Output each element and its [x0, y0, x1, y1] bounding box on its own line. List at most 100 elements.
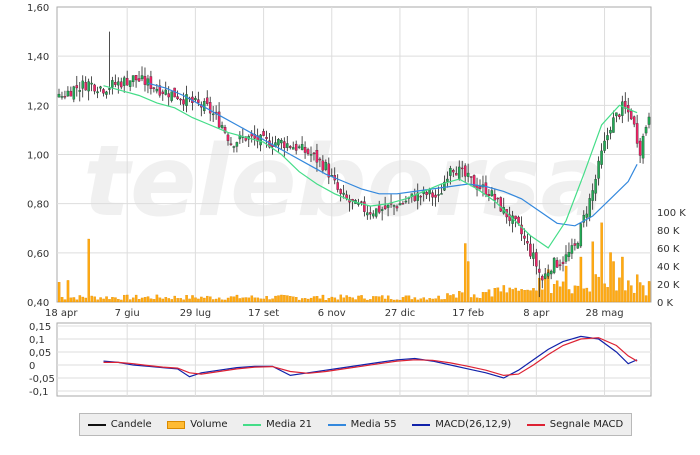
- volume-bar: [638, 282, 642, 303]
- volume-bar: [336, 299, 340, 303]
- volume-bar: [105, 296, 108, 303]
- price-tick-label: 1,60: [27, 3, 49, 14]
- price-tick-label: 1,20: [27, 101, 49, 112]
- candle-body: [152, 87, 156, 89]
- volume-bar: [505, 292, 509, 303]
- candle-body: [324, 162, 328, 170]
- legend-item: Candele: [87, 419, 152, 430]
- volume-tick-label: 20 K: [657, 280, 680, 291]
- volume-bar: [499, 291, 503, 303]
- candle-body: [463, 165, 467, 177]
- volume-bar: [280, 294, 283, 303]
- volume-bar: [120, 299, 123, 303]
- volume-bar: [529, 290, 532, 303]
- candle-body: [182, 99, 185, 105]
- volume-bar: [588, 291, 592, 303]
- candle-body: [460, 167, 464, 170]
- candle-body: [496, 197, 500, 200]
- volume-bar: [268, 299, 271, 303]
- candle-body: [312, 152, 316, 155]
- volume-bar: [176, 298, 179, 303]
- volume-bar: [481, 292, 485, 303]
- volume-bar: [131, 297, 135, 303]
- candle-body: [600, 150, 603, 165]
- volume-bar: [582, 288, 586, 303]
- volume-bar: [149, 298, 153, 303]
- volume-bar: [567, 289, 571, 303]
- volume-bar: [300, 298, 304, 303]
- volume-bar: [102, 298, 105, 303]
- volume-bar: [579, 256, 583, 303]
- volume-bar: [286, 295, 289, 303]
- volume-bar: [487, 289, 491, 303]
- volume-bar: [342, 297, 345, 303]
- volume-bar: [158, 297, 162, 303]
- price-tick-label: 1,00: [27, 151, 49, 162]
- legend-label: MACD(26,12,9): [435, 419, 512, 430]
- candle-body: [289, 146, 292, 148]
- volume-bar: [238, 298, 242, 303]
- volume-bar: [597, 276, 600, 303]
- candle-body: [487, 194, 491, 196]
- candle-body: [588, 198, 591, 218]
- candle-body: [535, 252, 538, 267]
- candle-body: [229, 143, 233, 145]
- volume-bar: [164, 297, 168, 303]
- candle-body: [63, 96, 67, 98]
- volume-bar: [152, 299, 156, 303]
- candle-body: [517, 216, 520, 224]
- volume-bar: [475, 297, 479, 303]
- candle-body: [523, 235, 526, 239]
- candle-body: [576, 243, 580, 249]
- x-tick-label: 6 nov: [318, 308, 346, 319]
- macd-tick-label: 0,05: [29, 348, 51, 359]
- volume-bar: [306, 298, 310, 303]
- candle-body: [99, 86, 102, 89]
- candle-body: [413, 195, 417, 201]
- candle-body: [297, 146, 301, 148]
- volume-bar: [283, 295, 286, 303]
- candle-body: [315, 149, 319, 163]
- chart-canvas: teleborsa 0,400,600,801,001,201,401,600 …: [27, 3, 686, 398]
- volume-bar: [81, 296, 85, 303]
- volume-bar: [78, 295, 82, 303]
- x-tick-label: 7 giu: [115, 308, 140, 319]
- volume-bar: [392, 299, 396, 303]
- legend-swatch: [526, 423, 545, 426]
- legend-label: Volume: [190, 419, 228, 430]
- volume-bar: [321, 294, 325, 303]
- candle-body: [303, 146, 307, 153]
- volume-bar: [312, 296, 316, 303]
- x-tick-label: 27 dic: [385, 308, 416, 319]
- volume-bar: [292, 296, 295, 303]
- candle-body: [478, 186, 482, 189]
- volume-bar: [517, 290, 520, 303]
- candle-body: [594, 179, 597, 194]
- candle-body: [493, 193, 497, 201]
- candle-body: [561, 261, 565, 265]
- candle-body: [318, 158, 322, 161]
- candle-body: [220, 125, 224, 128]
- volume-bar: [641, 285, 645, 303]
- volume-bar: [271, 298, 274, 303]
- candle-body: [641, 135, 645, 159]
- candle-body: [490, 190, 494, 197]
- volume-bar: [200, 296, 203, 303]
- volume-bar: [167, 298, 171, 303]
- candle-body: [179, 98, 182, 101]
- volume-bar: [318, 298, 322, 303]
- volume-bar: [493, 288, 497, 303]
- volume-bar: [573, 285, 577, 303]
- volume-bar: [612, 261, 615, 303]
- candle-body: [176, 96, 179, 100]
- candle-body: [300, 144, 304, 150]
- candle-body: [452, 170, 455, 173]
- volume-bar: [203, 297, 206, 303]
- volume-bar: [170, 299, 174, 303]
- volume-bar: [585, 287, 589, 303]
- candle-body: [377, 205, 381, 213]
- candle-body: [84, 82, 87, 91]
- candle-body: [644, 127, 648, 134]
- volume-bar: [188, 298, 191, 303]
- candle-body: [543, 273, 547, 279]
